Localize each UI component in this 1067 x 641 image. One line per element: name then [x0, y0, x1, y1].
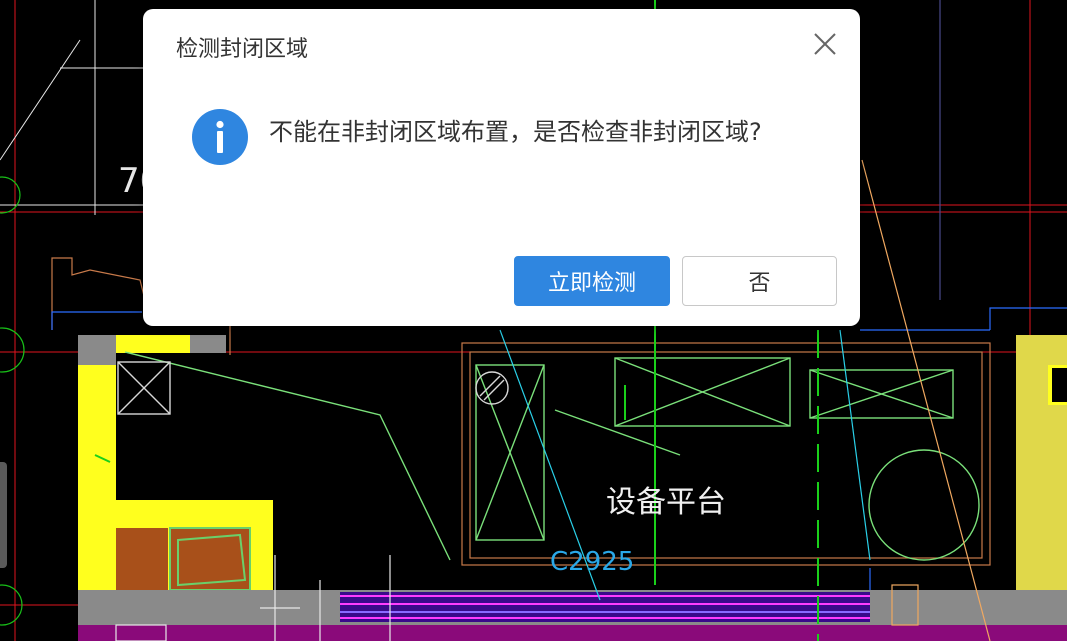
dialog-title: 检测封闭区域 — [176, 37, 309, 62]
no-label: 否 — [748, 271, 771, 296]
detect-now-button[interactable]: 立即检测 — [514, 256, 670, 306]
close-icon — [814, 33, 836, 55]
detect-closed-area-dialog: 检测封闭区域 不能在非封闭区域布置，是否检查非封闭区域? 立即检测 否 — [143, 9, 860, 326]
left-panel-handle[interactable] — [0, 462, 7, 568]
dialog-message: 不能在非封闭区域布置，是否检查非封闭区域? — [269, 118, 762, 146]
equipment-platform-label: 设备平台 — [606, 485, 726, 520]
orange-line — [861, 159, 991, 641]
column-marker — [117, 361, 509, 415]
detect-now-label: 立即检测 — [547, 271, 636, 296]
window-code-label: C2925 — [550, 547, 634, 577]
close-button[interactable] — [812, 31, 838, 57]
cad-workspace[interactable]: 设备平台 C2925 70 检测封闭区域 不能在非封闭区域布置，是否检查非封闭区… — [0, 0, 1067, 641]
info-icon — [192, 109, 248, 165]
no-button[interactable]: 否 — [682, 256, 837, 306]
